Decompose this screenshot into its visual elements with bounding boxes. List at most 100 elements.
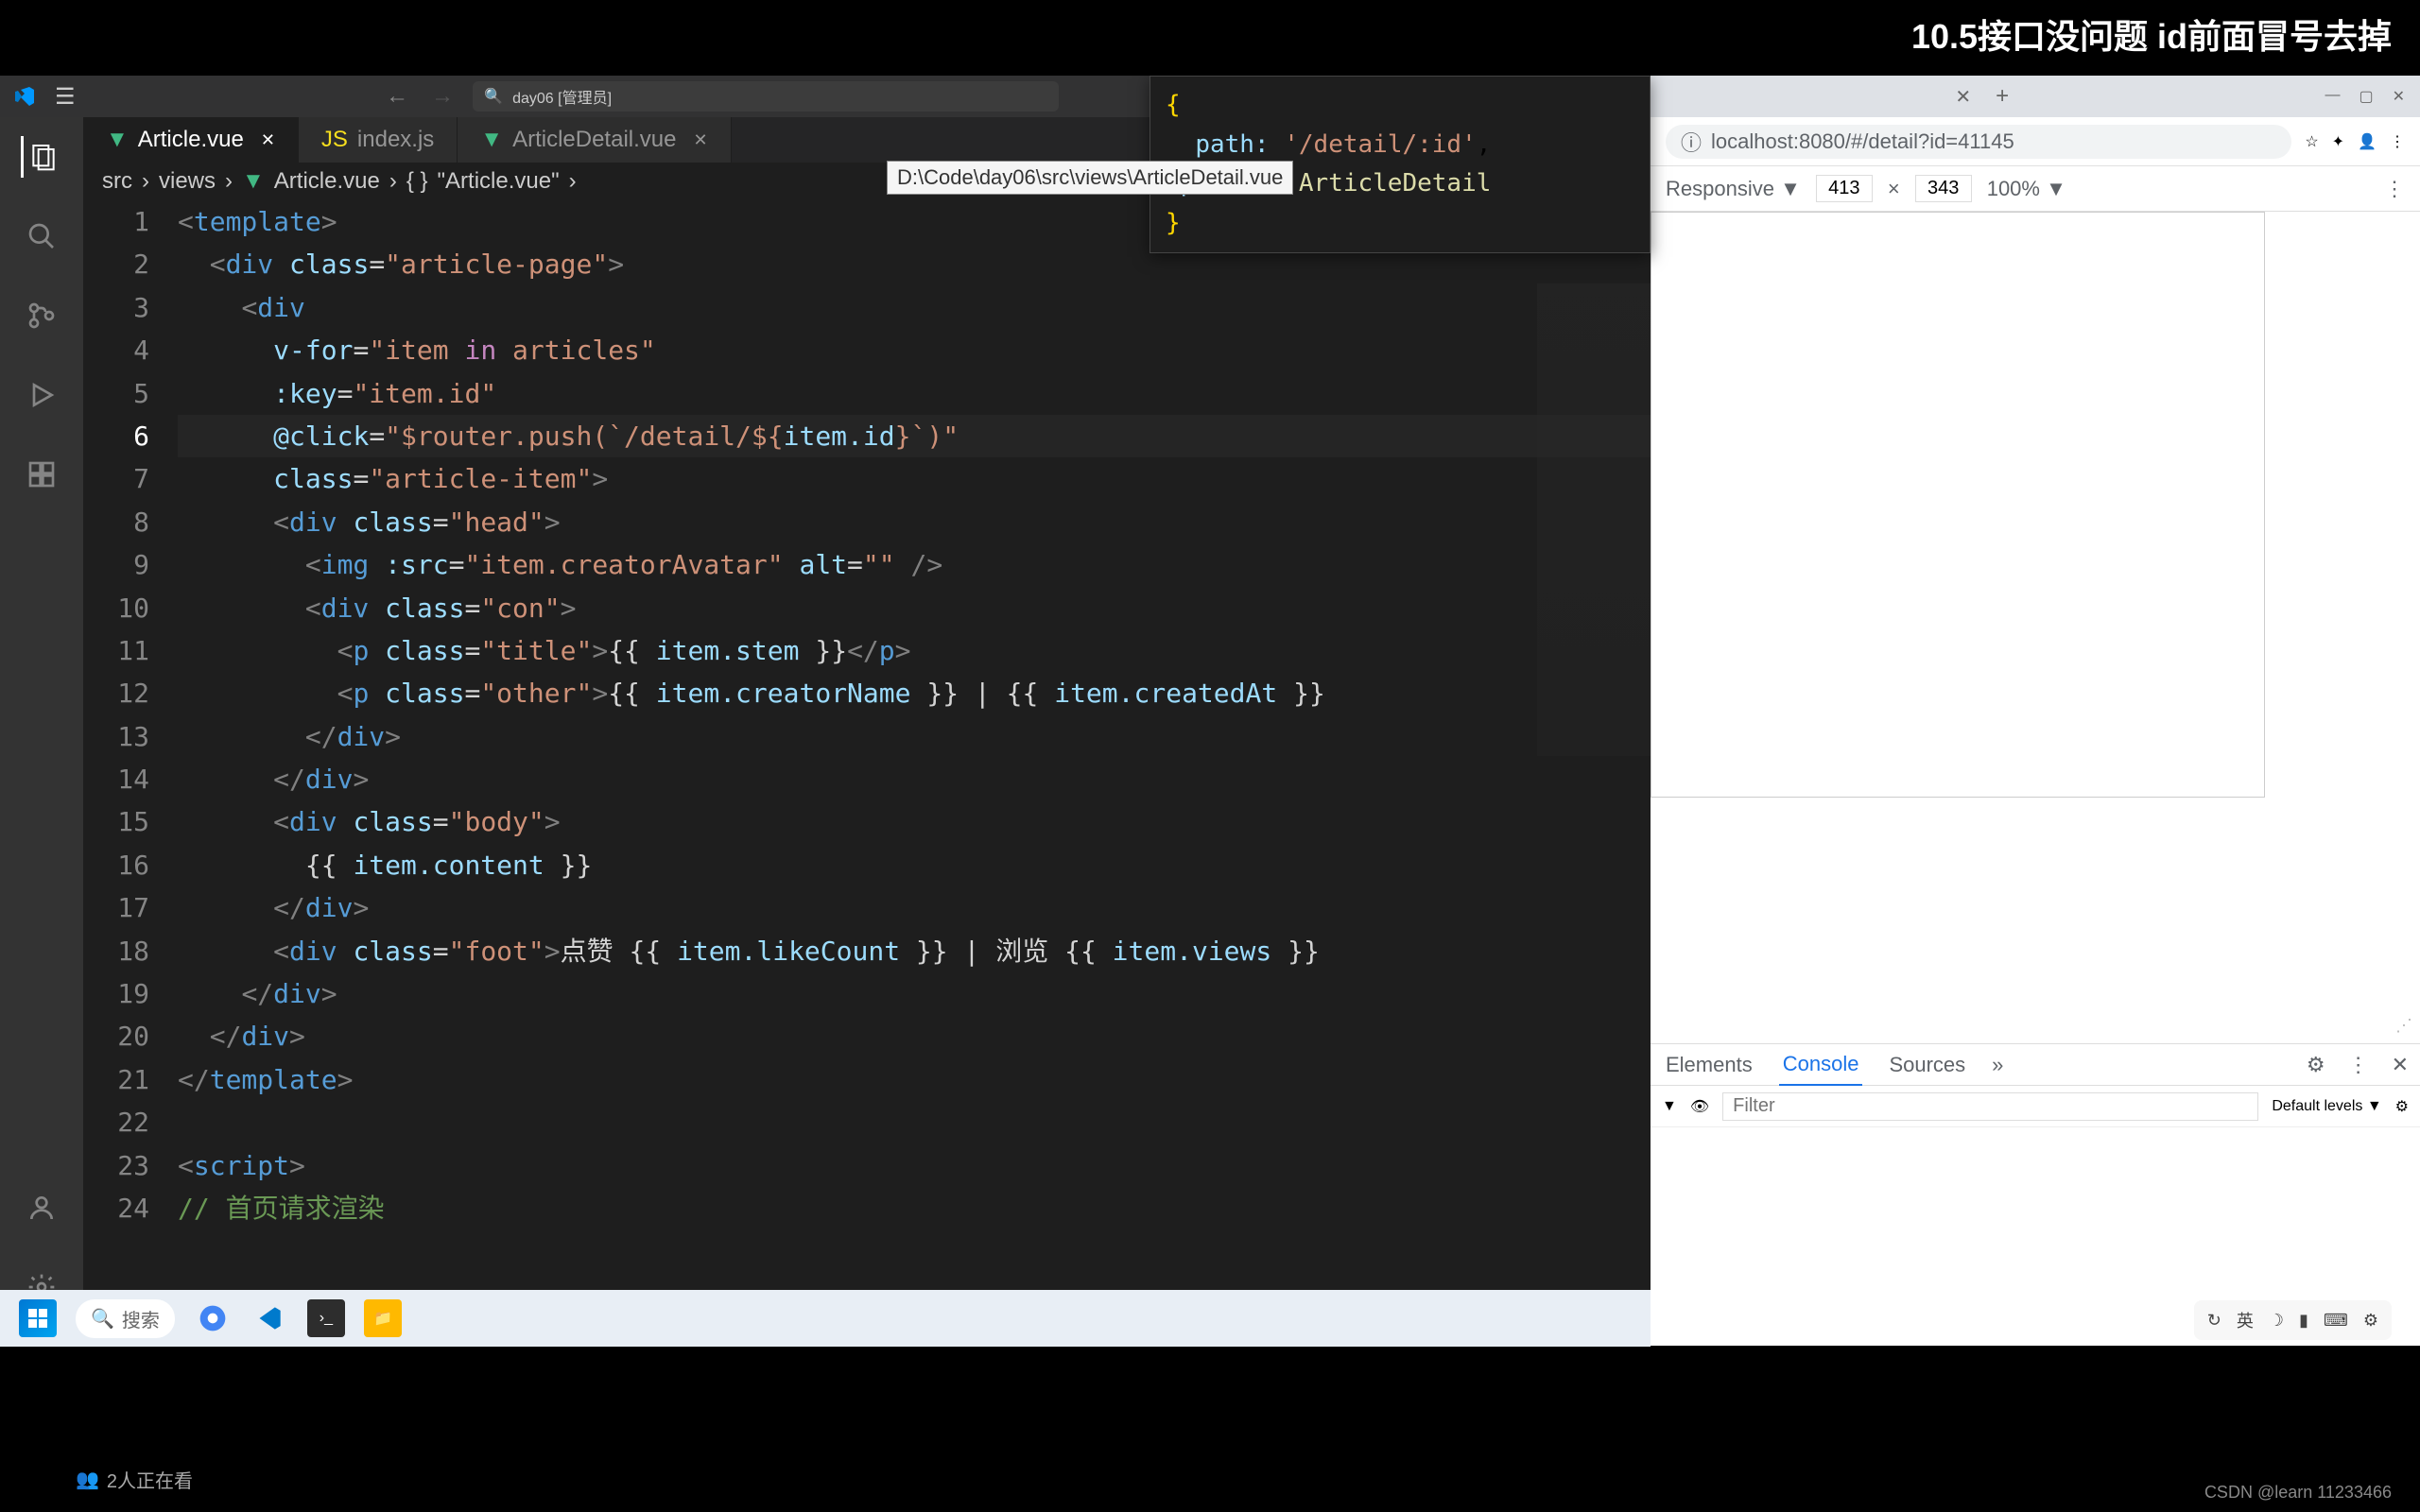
menu-icon[interactable]: ⋮: [2390, 132, 2405, 151]
code-line[interactable]: <p class="title">{{ item.stem }}</p>: [178, 629, 1651, 672]
browser-tab-strip: ✕ + — ▢ ✕: [1651, 76, 2420, 117]
extensions-icon[interactable]: [21, 454, 62, 495]
code-line[interactable]: <div class="con">: [178, 587, 1651, 629]
settings-icon[interactable]: ⚙: [2363, 1311, 2378, 1331]
tab-console[interactable]: Console: [1779, 1044, 1863, 1086]
system-tray[interactable]: ↻ 英 ☽ ▮ ⌨ ⚙: [2194, 1300, 2392, 1340]
gear-icon[interactable]: ⚙: [2307, 1053, 2325, 1077]
keyboard-icon[interactable]: ⌨: [2324, 1311, 2348, 1331]
levels-dropdown[interactable]: Default levels ▼: [2272, 1098, 2381, 1115]
code-line[interactable]: <div class="foot">点赞 {{ item.likeCount }…: [178, 930, 1651, 972]
gear-icon[interactable]: ⚙: [2395, 1097, 2409, 1116]
tab-elements[interactable]: Elements: [1662, 1045, 1756, 1085]
file-path-tooltip: D:\Code\day06\src\views\ArticleDetail.vu…: [887, 161, 1293, 195]
video-title-overlay: 10.5接口没问题 id前面冒号去掉: [1911, 9, 2392, 59]
code-line[interactable]: </div>: [178, 972, 1651, 1015]
minimize-icon[interactable]: —: [2325, 87, 2340, 106]
code-line[interactable]: :key="item.id": [178, 372, 1651, 415]
taskbar-search[interactable]: 🔍 搜索: [76, 1299, 175, 1338]
more-tabs-icon[interactable]: »: [1992, 1053, 2003, 1077]
editor-tab[interactable]: JSindex.js: [299, 117, 458, 163]
breadcrumb-part[interactable]: src: [102, 168, 132, 195]
zoom-dropdown[interactable]: 100% ▼: [1987, 177, 2066, 201]
line-number: 18: [83, 930, 149, 972]
search-icon[interactable]: [21, 215, 62, 257]
breadcrumb-part[interactable]: Article.vue: [274, 168, 380, 195]
filter-input[interactable]: [1722, 1092, 2258, 1121]
maximize-icon[interactable]: ▢: [2359, 87, 2373, 106]
tab-sources[interactable]: Sources: [1885, 1045, 1969, 1085]
context-dropdown-icon[interactable]: ▼: [1662, 1098, 1677, 1115]
terminal-icon[interactable]: ›_: [307, 1299, 345, 1337]
vscode-taskbar-icon[interactable]: [251, 1299, 288, 1337]
minimap[interactable]: [1537, 284, 1651, 756]
close-icon[interactable]: ✕: [693, 130, 707, 150]
eye-icon[interactable]: 👁: [1690, 1097, 1709, 1116]
code-line[interactable]: <script>: [178, 1144, 1651, 1187]
js-icon: JS: [321, 127, 348, 153]
width-input[interactable]: [1816, 175, 1873, 202]
url-input[interactable]: ⓘ localhost:8080/#/detail?id=41145: [1666, 125, 2291, 159]
close-icon[interactable]: ✕: [2392, 1053, 2409, 1077]
resize-handle-icon[interactable]: ⋰: [2395, 1016, 2412, 1036]
code-line[interactable]: <div class="head">: [178, 501, 1651, 543]
code-line[interactable]: class="article-item">: [178, 457, 1651, 500]
viewport-frame[interactable]: [1651, 212, 2265, 798]
code-line[interactable]: @click="$router.push(`/detail/${item.id}…: [178, 415, 1651, 457]
battery-icon[interactable]: ▮: [2299, 1311, 2308, 1331]
source-control-icon[interactable]: [21, 295, 62, 336]
code-line[interactable]: </div>: [178, 1015, 1651, 1057]
ime-indicator[interactable]: 英: [2237, 1308, 2254, 1332]
code-line[interactable]: <p class="other">{{ item.creatorName }} …: [178, 672, 1651, 714]
height-input[interactable]: [1915, 175, 1972, 202]
chrome-icon[interactable]: [194, 1299, 232, 1337]
explorer-icon[interactable]: [21, 136, 62, 178]
code-line[interactable]: {{ item.content }}: [178, 844, 1651, 886]
editor-content[interactable]: 123456789101112131415161718192021222324 …: [83, 200, 1651, 1308]
code-line[interactable]: </div>: [178, 758, 1651, 800]
code-line[interactable]: </template>: [178, 1058, 1651, 1101]
editor-tab[interactable]: ▼ArticleDetail.vue✕: [458, 117, 731, 163]
url-text: localhost:8080/#/detail?id=41145: [1711, 129, 2014, 154]
code-line[interactable]: </div>: [178, 715, 1651, 758]
popup-line: ArticleDetail: [1299, 169, 1492, 198]
breadcrumb-part[interactable]: views: [159, 168, 216, 195]
command-center-search[interactable]: 🔍 day06 [管理员]: [473, 81, 1059, 112]
nav-back-icon[interactable]: ←: [386, 83, 408, 110]
star-icon[interactable]: ☆: [2305, 132, 2318, 151]
devtools-menu-icon[interactable]: ⋮: [2348, 1053, 2369, 1077]
explorer-icon[interactable]: 📁: [364, 1299, 402, 1337]
new-tab-icon[interactable]: +: [1996, 83, 2009, 110]
code-lines[interactable]: <template> <div class="article-page"> <d…: [178, 200, 1651, 1308]
devtools-menu-icon[interactable]: ⋮: [2384, 177, 2405, 201]
run-debug-icon[interactable]: [21, 374, 62, 416]
sync-icon[interactable]: ↻: [2207, 1311, 2221, 1331]
code-line[interactable]: [178, 1101, 1651, 1143]
tab-close-icon[interactable]: ✕: [1955, 85, 1971, 109]
line-number: 7: [83, 457, 149, 500]
close-icon[interactable]: ✕: [261, 130, 275, 150]
responsive-dropdown[interactable]: Responsive ▼: [1666, 177, 1801, 201]
moon-icon[interactable]: ☽: [2269, 1311, 2284, 1331]
code-line[interactable]: <div: [178, 286, 1651, 329]
popup-line: ,: [1477, 130, 1492, 159]
start-button[interactable]: [19, 1299, 57, 1337]
close-icon[interactable]: ✕: [2393, 87, 2405, 106]
code-line[interactable]: <div class="body">: [178, 800, 1651, 843]
profile-icon[interactable]: 👤: [2358, 132, 2377, 151]
line-number: 14: [83, 758, 149, 800]
code-line[interactable]: v-for="item in articles": [178, 329, 1651, 371]
line-number: 3: [83, 286, 149, 329]
people-icon: 👥: [76, 1468, 99, 1491]
extensions-icon[interactable]: ✦: [2332, 132, 2344, 151]
tab-label: ArticleDetail.vue: [512, 127, 676, 153]
editor-tab[interactable]: ▼Article.vue✕: [83, 117, 299, 163]
code-line[interactable]: // 首页请求渲染: [178, 1187, 1651, 1229]
viewer-count: 👥 2人正在看: [76, 1466, 193, 1493]
nav-forward-icon[interactable]: →: [431, 83, 454, 110]
account-icon[interactable]: [21, 1187, 62, 1228]
code-line[interactable]: <img :src="item.creatorAvatar" alt="" />: [178, 543, 1651, 586]
breadcrumb-part[interactable]: "Article.vue": [438, 168, 560, 195]
hamburger-menu-icon[interactable]: ☰: [55, 83, 76, 111]
code-line[interactable]: </div>: [178, 886, 1651, 929]
